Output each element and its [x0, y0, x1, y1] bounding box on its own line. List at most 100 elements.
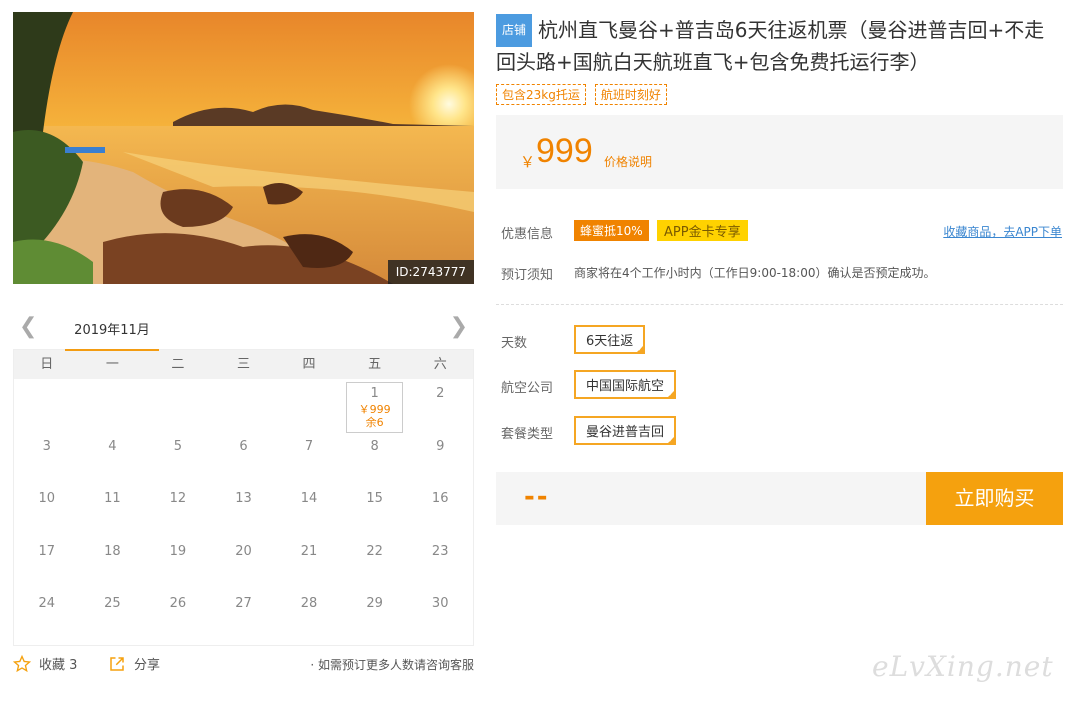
calendar-day[interactable]: 21 [276, 537, 342, 590]
weekday-label: 三 [236, 357, 250, 372]
calendar-day[interactable]: 19 [145, 537, 211, 590]
day-number: 20 [235, 543, 252, 559]
weekday-label: 日 [40, 357, 54, 372]
product-tag: 包含23kg托运 [496, 84, 586, 105]
day-number: 24 [38, 596, 56, 612]
day-number: 2 [436, 386, 445, 401]
day-number: 15 [366, 491, 383, 507]
day-number: 29 [366, 596, 383, 612]
day-number: 7 [304, 438, 314, 454]
day-number: 25 [104, 596, 121, 612]
check-icon: ✓ [668, 390, 675, 398]
calendar-day[interactable]: 6 [211, 432, 277, 485]
calendar-day[interactable]: 26 [145, 589, 211, 642]
calendar-day[interactable]: 13 [211, 484, 277, 537]
shop-badge[interactable]: 店铺 [496, 14, 533, 47]
option-label-package: 套餐类型 [501, 427, 554, 442]
calendar-day[interactable]: 2 [407, 379, 473, 432]
day-number: 28 [300, 596, 318, 612]
calendar-days: 1 ￥999 余6 2 3 4 5 6 7 8 9 10 11 12 13 14 15 16 17 18 19 20 21 2… [14, 379, 473, 642]
product-header: 店铺 杭州直飞曼谷+普吉岛6天往返机票（曼谷进普吉回+不走回头路+国航白天航班直飞… [496, 14, 1062, 78]
image-id-label: ID:2743777 [387, 260, 474, 284]
option-value: 中国国际航空 [586, 379, 665, 394]
option-label-airline: 航空公司 [501, 381, 554, 396]
calendar-day[interactable]: 28 [276, 589, 342, 642]
share-icon [110, 656, 124, 671]
calendar-day[interactable]: 7 [276, 432, 342, 485]
calendar-day[interactable]: 10 [14, 484, 80, 537]
day-number: 22 [366, 543, 383, 559]
weekday-label: 一 [105, 357, 119, 372]
product-photo: ID:2743777 [13, 12, 474, 284]
calendar-day[interactable]: 3 [14, 432, 80, 485]
calendar-day[interactable]: 4 [80, 432, 146, 485]
share-label: 分享 [134, 658, 161, 673]
app-order-link[interactable]: 收藏商品，去APP下单 [943, 223, 1062, 240]
day-number: 27 [235, 596, 252, 612]
currency-symbol: ￥ [520, 153, 536, 171]
favorite-button[interactable]: 收藏 3 [13, 654, 77, 673]
price-note-link[interactable]: 价格说明 [604, 153, 652, 170]
option-airline-selected[interactable]: 中国国际航空 ✓ [574, 370, 677, 399]
calendar-empty-cell [211, 379, 277, 432]
day-number: 9 [436, 438, 445, 454]
calendar-day[interactable]: 30 [407, 589, 473, 642]
calendar-day[interactable]: 18 [80, 537, 146, 590]
option-package-selected[interactable]: 曼谷进普吉回 ✓ [574, 416, 677, 445]
calendar-day[interactable]: 14 [276, 484, 342, 537]
favorite-label: 收藏 3 [39, 658, 78, 673]
consult-note: · 如需预订更多人数请咨询客服 [310, 658, 474, 672]
check-icon: ✓ [668, 436, 675, 444]
calendar-day[interactable]: 8 [342, 432, 408, 485]
share-button[interactable]: 分享 [108, 654, 160, 673]
notice-text: 商家将在4个工作小时内（工作日9:00-18:00）确认是否预定成功。 [574, 266, 936, 280]
day-number: 16 [431, 491, 449, 507]
calendar-day[interactable]: 16 [407, 484, 473, 537]
discount-label: 优惠信息 [501, 227, 554, 242]
calendar-nav: ❮ 2019年11月 ❯ [13, 313, 474, 351]
calendar-day[interactable]: 22 [342, 537, 408, 590]
calendar-day[interactable]: 20 [211, 537, 277, 590]
product-tags: 包含23kg托运 航班时刻好 [496, 84, 667, 105]
calendar-day[interactable]: 5 [145, 432, 211, 485]
day-number: 26 [169, 596, 187, 612]
buy-now-button[interactable]: 立即购买 [926, 472, 1063, 525]
day-number: 3 [42, 438, 51, 454]
section-divider [496, 304, 1063, 305]
product-tag: 航班时刻好 [594, 84, 667, 105]
calendar-day[interactable]: 12 [145, 484, 211, 537]
calendar-empty-cell [145, 379, 211, 432]
calendar-day[interactable]: 27 [211, 589, 277, 642]
day-number: 14 [300, 491, 318, 507]
calendar-day[interactable]: 1 ￥999 余6 [342, 379, 408, 433]
total-price: -- [524, 482, 550, 512]
calendar-day[interactable]: 23 [407, 537, 473, 590]
calendar-day[interactable]: 25 [80, 589, 146, 642]
day-number: 11 [104, 491, 121, 507]
calendar-day[interactable]: 11 [80, 484, 146, 537]
day-number: 23 [431, 543, 449, 559]
calendar-day[interactable]: 15 [342, 484, 408, 537]
calendar-empty-cell [276, 379, 342, 432]
notice-label: 预订须知 [501, 268, 554, 283]
calendar-day[interactable]: 9 [407, 432, 473, 485]
option-days-selected[interactable]: 6天往返 ✓ [574, 325, 646, 354]
weekday-label: 四 [302, 357, 316, 372]
calendar-day[interactable]: 24 [14, 589, 80, 642]
calendar-empty-cell [80, 379, 146, 432]
star-icon [13, 654, 31, 672]
day-number: 10 [38, 491, 56, 507]
next-month-icon[interactable]: ❯ [450, 316, 468, 338]
weekday-label: 六 [433, 357, 447, 372]
weekday-label: 二 [171, 357, 185, 372]
date-calendar: ❮ 2019年11月 ❯ 日 一 二 三 四 五 六 1 ￥999 余6 2 3 4 5 6 7… [13, 313, 474, 646]
weekday-label: 五 [368, 357, 382, 372]
calendar-day[interactable]: 29 [342, 589, 408, 642]
prev-month-icon[interactable]: ❮ [19, 316, 37, 338]
calendar-day[interactable]: 17 [14, 537, 80, 590]
check-icon: ✓ [637, 345, 644, 353]
calendar-grid: 日 一 二 三 四 五 六 1 ￥999 余6 2 3 4 5 6 7 8 9 10 11 12 13 14 1… [13, 349, 474, 646]
day-number: 30 [431, 596, 449, 612]
calendar-month-tab[interactable]: 2019年11月 [65, 319, 159, 351]
action-bar: 收藏 3 分享 · 如需预订更多人数请咨询客服 [13, 654, 474, 676]
